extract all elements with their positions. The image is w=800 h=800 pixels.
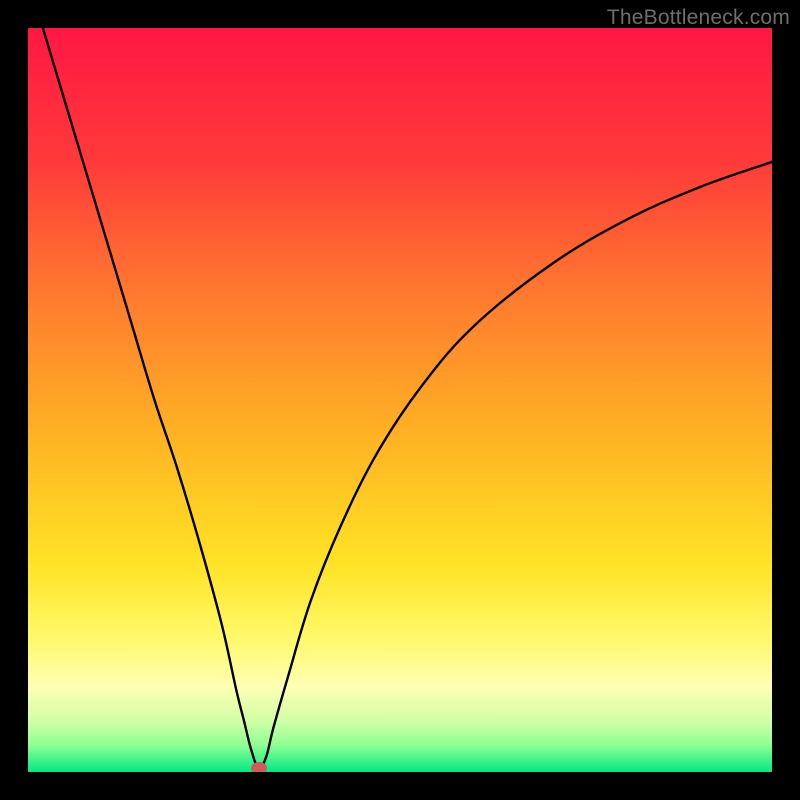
bottleneck-curve — [28, 28, 772, 772]
optimum-marker — [251, 762, 267, 772]
plot-area — [28, 28, 772, 772]
watermark-text: TheBottleneck.com — [607, 6, 790, 30]
chart-frame: TheBottleneck.com — [0, 0, 800, 800]
